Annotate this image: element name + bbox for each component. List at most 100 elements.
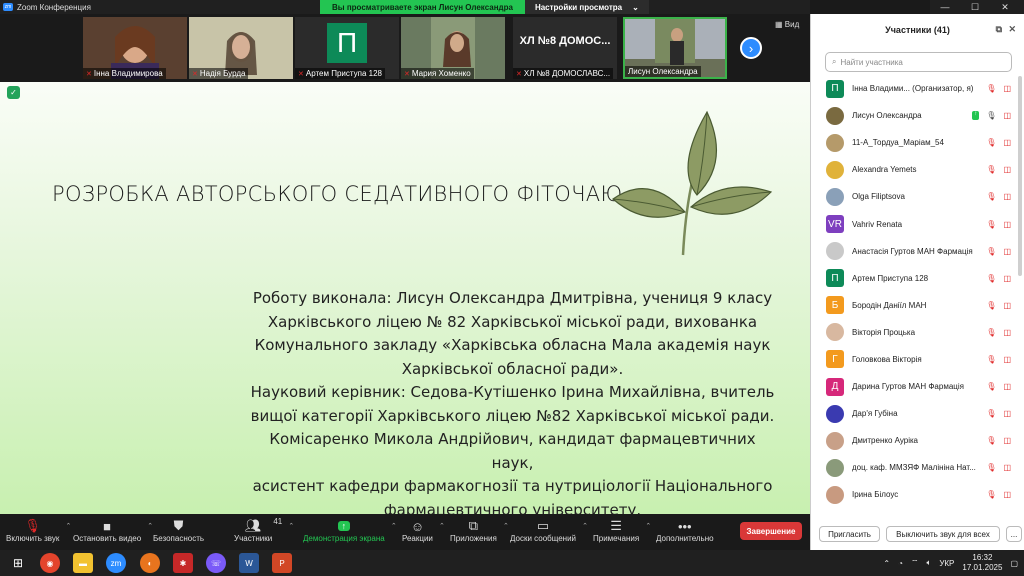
video-tile[interactable]: ✕ Надія Бурда [189,17,293,79]
whiteboards-button[interactable]: ▭ Доски сообщений ⌃ [510,518,588,543]
chevron-up-icon[interactable]: ⌃ [391,522,397,530]
participant-row[interactable]: Вікторія Процька 🎙︎ ◫ [811,319,1024,346]
notes-button[interactable]: ☰ Примечания ⌃ [593,518,651,543]
mute-all-button[interactable]: Выключить звук для всех [886,526,1000,542]
participant-row[interactable]: Olga Filiptsova 🎙︎ ◫ [811,183,1024,210]
share-screen-button[interactable]: ↑ Демонстрация экрана ⌃ [303,518,397,543]
stop-video-button[interactable]: ■ Остановить видео ⌃ [73,518,153,544]
view-settings-button[interactable]: Настройки просмотра ⌄ [524,0,649,14]
participant-row[interactable]: Г Головкова Вікторія 🎙︎ ◫ [811,346,1024,373]
participant-row[interactable]: Ірина Білоус 🎙︎ ◫ [811,481,1024,508]
participant-avatar [826,485,844,504]
apps-button[interactable]: ⧉ Приложения ⌃ [450,518,509,543]
clock[interactable]: 16:32 17.01.2025 [962,553,1002,573]
chevron-up-icon[interactable]: ⌃ [883,559,890,568]
participants-button[interactable]: 👥︎ 41 Участники ⌃ [234,517,294,543]
chevron-up-icon[interactable]: ⌃ [288,522,294,530]
participant-status: ↑ 🎙︎ ◫ [972,111,1011,121]
participant-status: 🎙︎ ◫ [986,247,1011,256]
chevron-up-icon[interactable]: ⌃ [645,522,651,530]
time: 16:32 [972,553,993,562]
participant-name: Лисун Олександра [852,111,922,121]
firefox-icon[interactable]: ◐ [140,553,160,573]
notifications-icon[interactable]: ▢ [1010,559,1018,568]
whiteboards-label: Доски сообщений [510,534,577,543]
word-icon[interactable]: W [239,553,259,573]
chrome-icon[interactable]: ◉ [40,553,60,573]
scrollbar[interactable] [1018,76,1022,276]
video-off-icon: ◫ [1003,463,1011,473]
minimize-button[interactable]: — [930,0,960,14]
zoom-window: zm Zoom Конференция Вы просматриваете эк… [0,0,1024,576]
search-input[interactable]: ⌕ Найти участника [825,52,1012,72]
video-tile[interactable]: ✕ Мария Хоменко [401,17,505,79]
slide-line: Роботу виконала: Лисун Олександра Дмитрі… [252,289,773,307]
participants-icon: 👥︎ [244,518,262,533]
video-tile[interactable]: П ✕ Артем Приступа 128 [295,17,399,79]
notes-label: Примечания [593,534,640,543]
next-page-button[interactable]: › [740,37,762,59]
participant-row[interactable]: 11-А_Тордуа_Маріам_54 🎙︎ ◫ [811,129,1024,156]
participant-row[interactable]: Лисун Олександра ↑ 🎙︎ ◫ [811,102,1024,129]
zoom-app-icon[interactable]: zm [106,553,126,573]
participant-row[interactable]: Б Бородін Даніїл МАН 🎙︎ ◫ [811,292,1024,319]
invite-button[interactable]: Пригласить [819,526,880,542]
participant-row[interactable]: доц. каф. ММЗЯФ Малініна Нат... 🎙︎ ◫ [811,454,1024,481]
participant-row[interactable]: П Артем Приступа 128 🎙︎ ◫ [811,265,1024,292]
slide-line: асистент кафедри фармакогнозії та нутриц… [252,477,773,495]
view-button[interactable]: ▦ Вид [775,20,799,29]
participant-avatar [826,106,844,125]
reactions-button[interactable]: ☺ Реакции ⌃ [402,518,445,544]
security-label: Безопасность [153,534,205,543]
tile-name: Надія Бурда [199,69,246,78]
share-screen-icon: ↑ [337,518,351,534]
participant-status: 🎙︎ ◫ [986,192,1011,201]
muted-mic-icon: 🎙︎ [986,300,997,310]
participant-row[interactable]: VR Vahriv Renata 🎙︎ ◫ [811,210,1024,237]
puzzle-app-icon[interactable]: ✱ [173,553,193,573]
video-tile-active[interactable]: Лисун Олександра [623,17,727,79]
more-options-button[interactable]: ... [1006,526,1022,542]
file-explorer-icon[interactable]: ▬ [73,553,93,573]
video-tile[interactable]: ХЛ №8 ДОМОС... ✕ ХЛ №8 ДОМОСЛАВС... [513,17,617,79]
muted-mic-icon: 🎙︎ [986,84,997,94]
chevron-up-icon[interactable]: ⌃ [582,522,588,530]
wifi-icon[interactable]: ⌔ [911,558,919,568]
close-button[interactable]: ✕ [990,0,1020,14]
participant-row[interactable]: Alexandra Yemets 🎙︎ ◫ [811,156,1024,183]
window-title: Zoom Конференция [17,2,91,12]
security-button[interactable]: ⛊ Безопасность [153,518,204,543]
muted-mic-icon: 🎙︎ [986,165,997,175]
network-icon[interactable]: ◔ [898,559,903,568]
video-off-icon: ◫ [1003,273,1011,283]
video-tile[interactable]: ✕ Інна Владимирова [83,17,187,79]
video-off-icon: ◫ [1003,138,1011,148]
close-icon[interactable]: ✕ [1008,24,1016,35]
chevron-up-icon[interactable]: ⌃ [439,522,445,530]
participant-status: 🎙︎ ◫ [986,274,1011,283]
popout-icon[interactable]: ⧉ [996,24,1002,35]
more-button[interactable]: ••• Дополнительно [656,518,714,544]
participant-row[interactable]: Дмитренко Аурікa 🎙︎ ◫ [811,427,1024,454]
volume-icon[interactable]: 🔈︎ [927,558,932,568]
language-indicator[interactable]: УКР [939,559,954,568]
participant-row[interactable]: Анастасія Гуртов МАН Фармація 🎙︎ ◫ [811,238,1024,265]
end-meeting-button[interactable]: Завершение [740,522,802,540]
participant-row[interactable]: П Інна Владими... (Организатор, я) 🎙︎ ◫ [811,75,1024,102]
reactions-label: Реакции [402,534,433,543]
start-windows-icon[interactable]: ⊞ [8,553,28,573]
maximize-button[interactable]: ☐ [960,0,990,14]
participant-row[interactable]: Дар'я Губіна 🎙︎ ◫ [811,400,1024,427]
panel-header: Участники (41) ⧉ ✕ [811,14,1024,46]
chevron-up-icon[interactable]: ⌃ [503,522,509,530]
participant-row[interactable]: Д Дарина Гуртов МАН Фармація 🎙︎ ◫ [811,373,1024,400]
muted-mic-icon: 🎙︎ [986,354,997,364]
participant-name: Бородін Даніїл МАН [852,300,927,310]
mute-button[interactable]: 🎙︎ Включить звук ⌃ [6,518,71,543]
muted-mic-icon: 🎙︎ [986,192,997,202]
powerpoint-icon[interactable]: P [272,553,292,573]
viber-icon[interactable]: ☏ [206,553,226,573]
video-off-icon: ◫ [1003,436,1011,446]
chevron-up-icon[interactable]: ⌃ [65,522,71,530]
video-off-icon: ◫ [1003,300,1011,310]
